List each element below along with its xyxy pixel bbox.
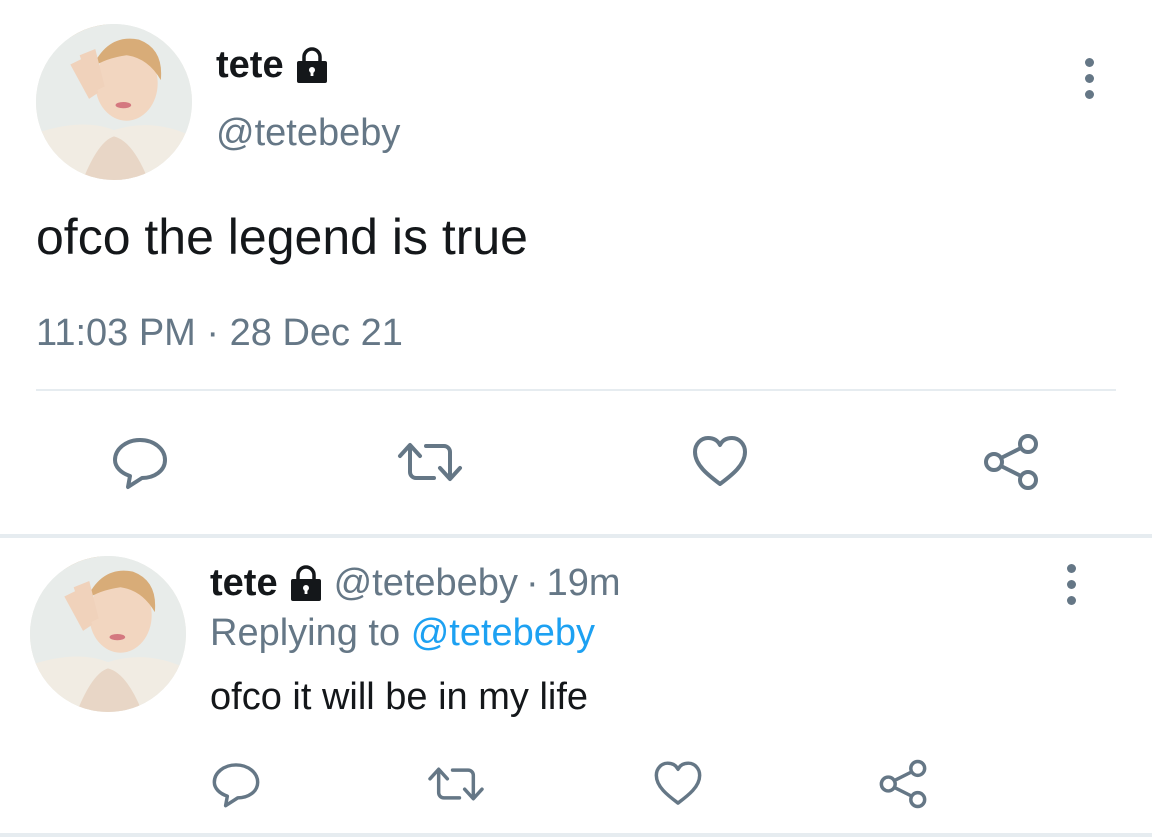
- share-button[interactable]: [876, 758, 930, 810]
- user-handle[interactable]: @tetebeby: [216, 112, 400, 155]
- retweet-icon: [398, 443, 462, 481]
- avatar[interactable]: [36, 24, 192, 180]
- more-vertical-icon[interactable]: [1064, 564, 1078, 605]
- tweet-time: 11:03 PM: [36, 312, 196, 354]
- author-name-row: tete: [216, 44, 332, 87]
- reply-icon: [212, 763, 260, 808]
- retweet-icon: [428, 767, 484, 801]
- lock-icon: [286, 564, 326, 604]
- section-divider: [0, 833, 1152, 837]
- user-handle[interactable]: @tetebeby: [334, 562, 518, 605]
- replying-to-link[interactable]: @tetebeby: [411, 612, 595, 654]
- tweet-text: ofco the legend is true: [36, 209, 528, 265]
- lock-icon: [292, 46, 332, 86]
- tweet-date: 28 Dec 21: [229, 312, 403, 354]
- replying-label: Replying to: [210, 612, 401, 654]
- avatar-photo: [30, 556, 186, 712]
- divider: [36, 389, 1116, 391]
- like-button[interactable]: [690, 432, 750, 492]
- avatar[interactable]: [30, 556, 186, 712]
- retweet-button[interactable]: [426, 758, 486, 810]
- main-tweet: tete @tetebeby ofco the legend is true 1…: [0, 0, 1152, 536]
- section-divider: [0, 534, 1152, 538]
- share-icon: [879, 759, 927, 809]
- share-icon: [984, 434, 1038, 490]
- display-name[interactable]: tete: [216, 44, 284, 87]
- reply-icon: [113, 438, 167, 489]
- reply-button[interactable]: [210, 758, 262, 810]
- tweet-timestamp[interactable]: 11:03 PM · 28 Dec 21: [36, 312, 403, 355]
- replying-to-row: Replying to @tetebeby: [210, 612, 595, 655]
- more-vertical-icon[interactable]: [1082, 58, 1096, 99]
- avatar-photo: [36, 24, 192, 180]
- heart-icon: [654, 761, 702, 805]
- tweet-text: ofco it will be in my life: [210, 676, 589, 718]
- tweet-age[interactable]: 19m: [547, 562, 621, 605]
- heart-icon: [693, 436, 747, 486]
- reply-header: tete @tetebeby · 19m: [210, 562, 621, 605]
- separator: ·: [525, 562, 539, 604]
- share-button[interactable]: [980, 432, 1042, 492]
- like-button[interactable]: [652, 758, 704, 810]
- meta-separator: ·: [195, 312, 230, 354]
- retweet-button[interactable]: [396, 432, 464, 492]
- reply-button[interactable]: [110, 432, 170, 492]
- tweet-thread-view: tete @tetebeby ofco the legend is true 1…: [0, 0, 1152, 837]
- display-name[interactable]: tete: [210, 562, 278, 605]
